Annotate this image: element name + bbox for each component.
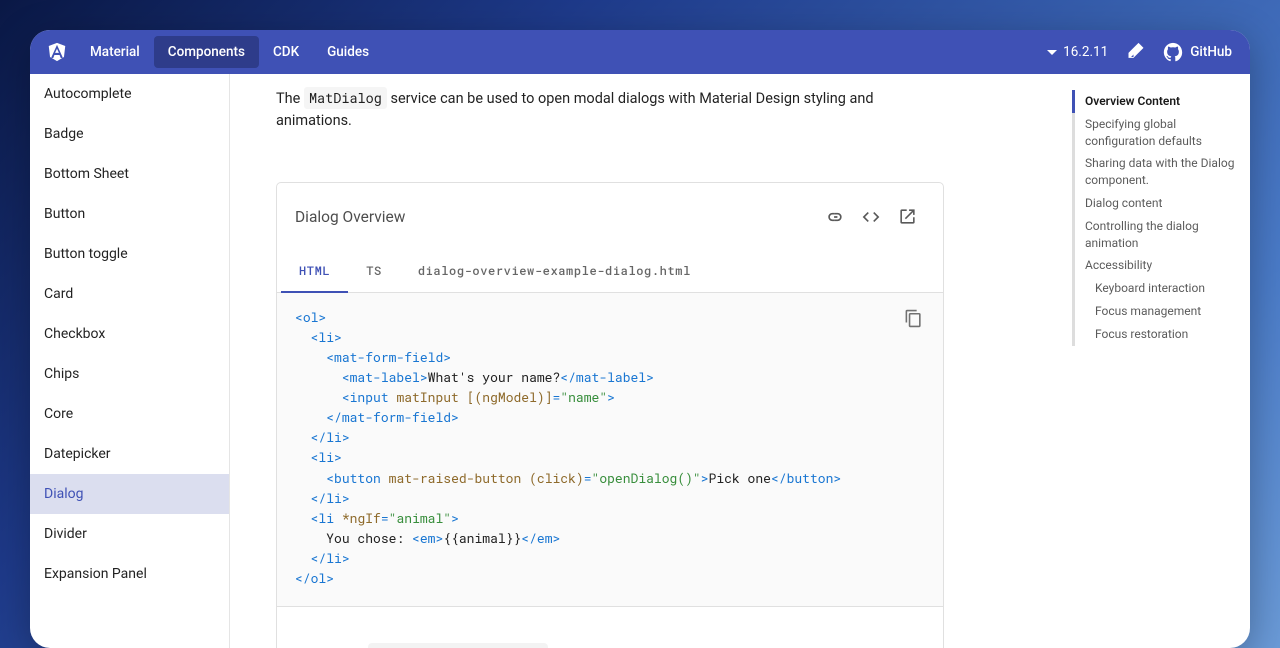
sidebar-item-divider[interactable]: Divider (30, 514, 229, 554)
tab-html[interactable]: HTML (281, 251, 348, 293)
toc-dialog-content[interactable]: Dialog content (1072, 192, 1244, 215)
toc-accessibility[interactable]: Accessibility (1072, 254, 1244, 277)
theme-paint-icon[interactable] (1118, 36, 1154, 68)
sidebar-item-chips[interactable]: Chips (30, 354, 229, 394)
list-marker: 1. (337, 643, 355, 648)
code-panel: <ol> <li> <mat-form-field> <mat-label>Wh… (277, 293, 943, 607)
copy-icon[interactable] (897, 303, 929, 335)
sidebar-item-checkbox[interactable]: Checkbox (30, 314, 229, 354)
sidebar-item-button[interactable]: Button (30, 194, 229, 234)
sidebar-item-button-toggle[interactable]: Button toggle (30, 234, 229, 274)
github-link[interactable]: GitHub (1154, 35, 1240, 69)
version-selector[interactable]: 16.2.11 (1037, 38, 1118, 66)
topbar: Material Components CDK Guides 16.2.11 G… (30, 30, 1250, 74)
dropdown-caret-icon (1047, 47, 1057, 57)
table-of-contents: Overview ContentSpecifying global config… (1072, 90, 1244, 346)
sidebar[interactable]: AutocompleteBadgeBottom SheetButtonButto… (30, 74, 230, 648)
sidebar-item-autocomplete[interactable]: Autocomplete (30, 74, 229, 114)
code-block: <ol> <li> <mat-form-field> <mat-label>Wh… (295, 307, 925, 589)
toc-focus-restoration[interactable]: Focus restoration (1072, 323, 1244, 346)
sidebar-item-datepicker[interactable]: Datepicker (30, 434, 229, 474)
tab-ts[interactable]: TS (348, 251, 400, 292)
toc-focus-management[interactable]: Focus management (1072, 300, 1244, 323)
open-external-icon[interactable] (889, 199, 925, 235)
code-toggle-icon[interactable] (853, 199, 889, 235)
angular-logo-icon (46, 41, 68, 63)
main-content[interactable]: The MatDialog service can be used to ope… (230, 74, 1250, 648)
tab-dialog-overview-example-dialog-html[interactable]: dialog-overview-example-dialog.html (400, 251, 709, 292)
nav-cdk[interactable]: CDK (259, 36, 313, 68)
toc-overview-content[interactable]: Overview Content (1072, 90, 1244, 113)
brand-link[interactable]: Material (76, 36, 154, 68)
sidebar-item-expansion-panel[interactable]: Expansion Panel (30, 554, 229, 594)
intro-text: The MatDialog service can be used to ope… (276, 88, 944, 132)
sidebar-item-core[interactable]: Core (30, 394, 229, 434)
sidebar-item-bottom-sheet[interactable]: Bottom Sheet (30, 154, 229, 194)
name-input-field[interactable]: What's your name? ece (368, 643, 548, 648)
example-title: Dialog Overview (295, 208, 817, 226)
toc-controlling-the-dialog-animati[interactable]: Controlling the dialog animation (1072, 215, 1244, 255)
toc-specifying-global-configuratio[interactable]: Specifying global configuration defaults (1072, 113, 1244, 153)
live-demo: 1. What's your name? ece (277, 606, 943, 648)
toc-sharing-data-with-the-dialog-c[interactable]: Sharing data with the Dialog component. (1072, 152, 1244, 192)
sidebar-item-card[interactable]: Card (30, 274, 229, 314)
sidebar-item-badge[interactable]: Badge (30, 114, 229, 154)
example-card: Dialog Overview HTMLTSdialog-overview-ex… (276, 182, 944, 648)
nav-components[interactable]: Components (154, 36, 259, 68)
sidebar-item-dialog[interactable]: Dialog (30, 474, 229, 514)
example-tabs: HTMLTSdialog-overview-example-dialog.htm… (277, 251, 943, 293)
version-text: 16.2.11 (1063, 44, 1108, 60)
github-icon (1162, 41, 1184, 63)
github-label: GitHub (1190, 44, 1232, 60)
nav-guides[interactable]: Guides (313, 36, 383, 68)
toc-keyboard-interaction[interactable]: Keyboard interaction (1072, 277, 1244, 300)
link-icon[interactable] (817, 199, 853, 235)
